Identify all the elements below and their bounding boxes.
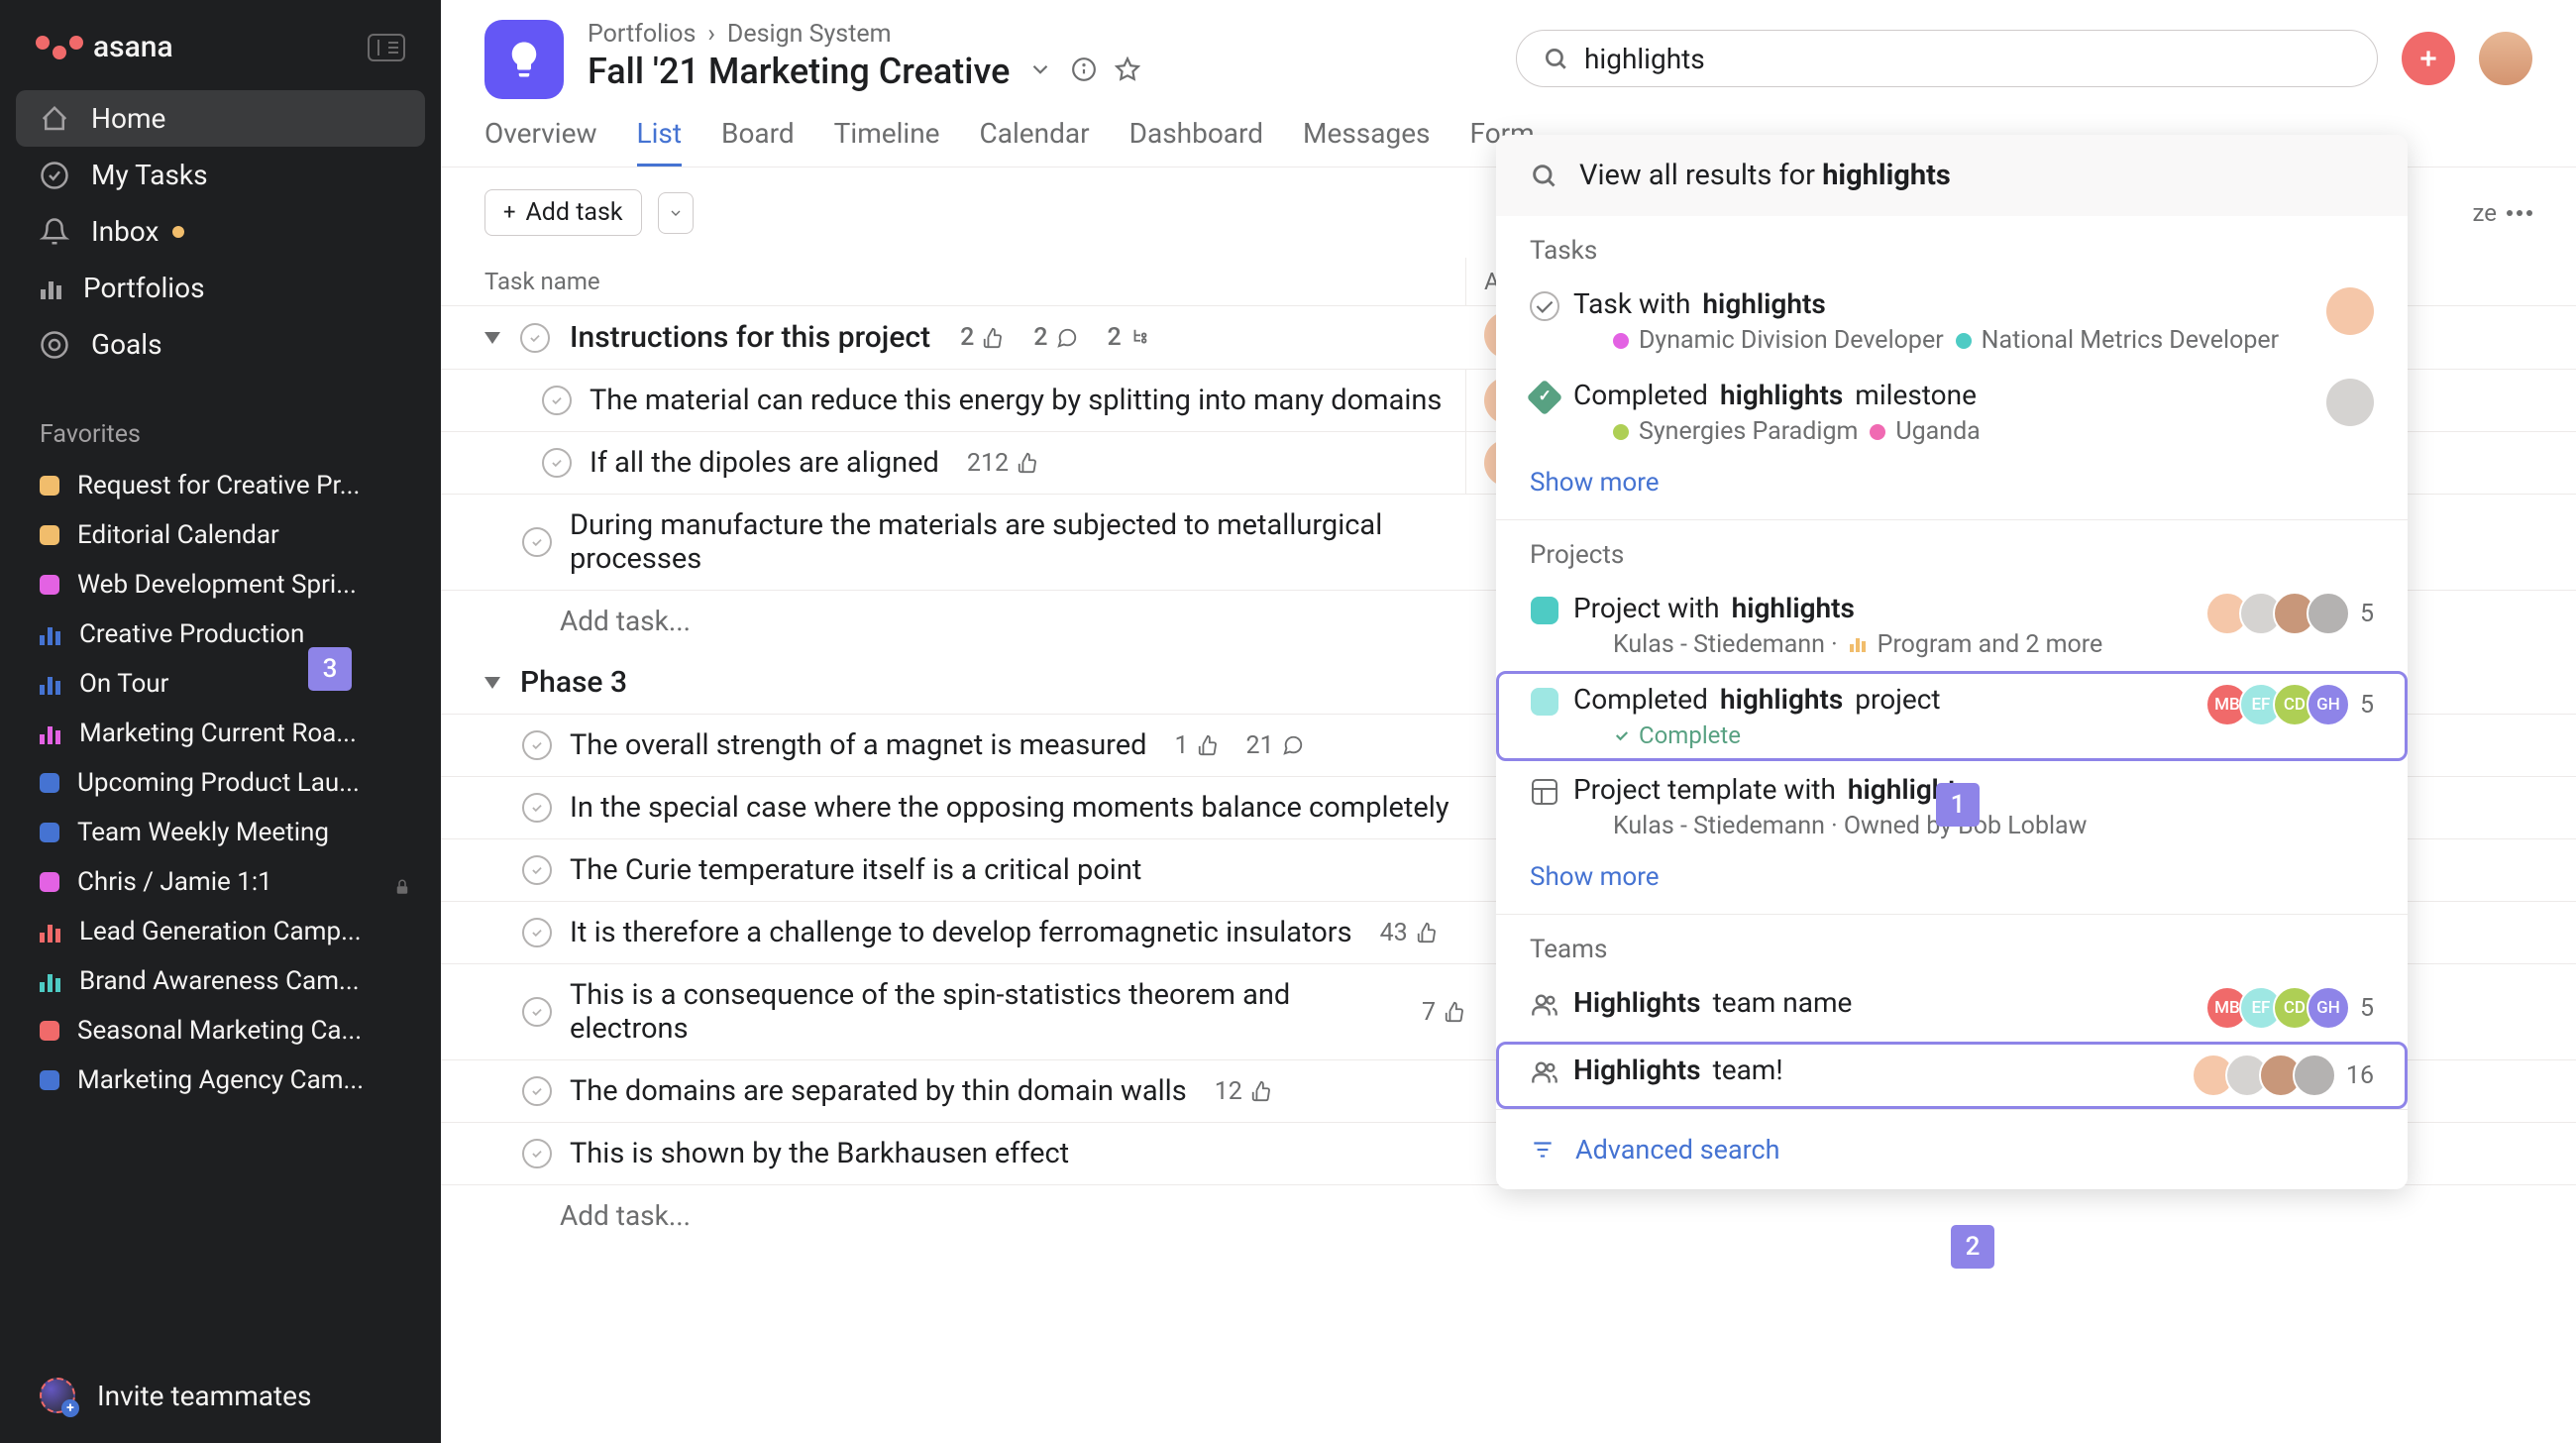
fav-item[interactable]: Chris / Jamie 1:1 [0, 857, 441, 907]
check-circle-icon[interactable] [542, 386, 572, 415]
invite-icon [40, 1378, 75, 1413]
fav-item[interactable]: Marketing Current Roa... [0, 709, 441, 758]
tab-calendar[interactable]: Calendar [980, 117, 1090, 166]
callout-1: 1 [1936, 783, 1980, 827]
customize-label-partial[interactable]: ze [2473, 199, 2497, 227]
tab-dashboard[interactable]: Dashboard [1129, 117, 1263, 166]
favorites-label: Favorites [0, 392, 441, 461]
check-circle-icon[interactable] [522, 1139, 552, 1168]
search-result-project[interactable]: Project with highlightsKulas - Stiedeman… [1496, 580, 2408, 671]
invite-teammates[interactable]: Invite teammates [0, 1348, 441, 1443]
nav-goals[interactable]: Goals [16, 316, 425, 373]
app-name: asana [93, 30, 173, 64]
template-icon [1532, 779, 1557, 805]
tab-timeline[interactable]: Timeline [834, 117, 940, 166]
nav-inbox[interactable]: Inbox [16, 203, 425, 260]
check-circle-icon[interactable] [522, 997, 552, 1027]
check-circle-icon[interactable] [522, 855, 552, 885]
dd-tasks-label: Tasks [1496, 216, 2408, 276]
tab-overview[interactable]: Overview [484, 117, 597, 166]
sidebar-toggle-icon[interactable] [368, 34, 405, 61]
fav-item[interactable]: Editorial Calendar [0, 510, 441, 560]
search-result-team[interactable]: Highlights team nameMBEFCDGH5 [1496, 974, 2408, 1042]
dd-teams-label: Teams [1496, 915, 2408, 974]
search-result-task[interactable]: Task with highlightsDynamic Division Dev… [1496, 276, 2408, 367]
search-box[interactable] [1516, 30, 2378, 87]
result-avatar [2326, 379, 2374, 426]
fav-item[interactable]: On Tour [0, 659, 441, 709]
tab-list[interactable]: List [637, 117, 683, 166]
milestone-icon [1527, 380, 1563, 416]
check-circle-icon[interactable] [522, 527, 552, 557]
user-avatar[interactable] [2479, 32, 2532, 85]
add-task-inline[interactable]: Add task... [441, 1184, 2576, 1246]
fav-item[interactable]: Web Development Spri... [0, 560, 441, 610]
fav-item[interactable]: Lead Generation Camp... [0, 907, 441, 956]
invite-label: Invite teammates [97, 1380, 311, 1412]
fav-item[interactable]: Team Weekly Meeting [0, 808, 441, 857]
search-dropdown: View all results for highlights Tasks Ta… [1496, 135, 2408, 1189]
more-icon[interactable] [2507, 210, 2532, 216]
caret-icon [484, 332, 500, 344]
search-result-project[interactable]: Completed highlights projectCompleteMBEF… [1496, 671, 2408, 761]
people-icon [1530, 1057, 1559, 1087]
view-all-results[interactable]: View all results for highlights [1496, 135, 2408, 216]
check-circle-icon[interactable] [522, 730, 552, 760]
show-more-projects[interactable]: Show more [1496, 852, 2408, 914]
main-content: Portfolios› Design System Fall '21 Marke… [441, 0, 2576, 1443]
lock-icon [393, 873, 411, 891]
result-avatar [2326, 287, 2374, 335]
sidebar: asana HomeMy TasksInboxPortfoliosGoals F… [0, 0, 441, 1443]
breadcrumb: Portfolios› Design System [588, 20, 1492, 49]
people-icon [1530, 990, 1559, 1020]
col-task-name: Task name [484, 258, 1465, 305]
callout-2: 2 [1951, 1225, 1994, 1269]
check-circle-icon [1530, 291, 1559, 321]
project-icon[interactable] [484, 20, 564, 99]
notification-dot [172, 226, 184, 238]
quick-add-button[interactable] [2402, 32, 2455, 85]
fav-item[interactable]: Request for Creative Pr... [0, 461, 441, 510]
fav-item[interactable]: Seasonal Marketing Ca... [0, 1006, 441, 1055]
fav-item[interactable]: Brand Awareness Cam... [0, 956, 441, 1006]
nav-home[interactable]: Home [16, 90, 425, 147]
search-result-team[interactable]: Highlights team!16 [1496, 1042, 2408, 1109]
fav-item[interactable]: Creative Production [0, 610, 441, 659]
check-circle-icon[interactable] [522, 1076, 552, 1106]
add-task-dropdown[interactable] [658, 192, 694, 234]
fav-item[interactable]: Upcoming Product Lau... [0, 758, 441, 808]
chevron-down-icon[interactable] [1027, 56, 1053, 86]
caret-icon [484, 677, 500, 689]
asana-logo-icon [36, 36, 83, 59]
tab-board[interactable]: Board [721, 117, 795, 166]
breadcrumb-portfolios[interactable]: Portfolios [588, 20, 696, 49]
advanced-search[interactable]: Advanced search [1496, 1109, 2408, 1189]
show-more-tasks[interactable]: Show more [1496, 458, 2408, 519]
check-circle-icon [520, 323, 550, 353]
dd-projects-label: Projects [1496, 520, 2408, 580]
search-input[interactable] [1584, 43, 2351, 75]
breadcrumb-design-system[interactable]: Design System [727, 20, 892, 49]
project-color-icon [1531, 688, 1558, 716]
callout-3: 3 [308, 647, 352, 691]
check-circle-icon[interactable] [542, 448, 572, 478]
nav-my-tasks[interactable]: My Tasks [16, 147, 425, 203]
check-circle-icon[interactable] [522, 918, 552, 947]
tab-messages[interactable]: Messages [1303, 117, 1430, 166]
page-title: Fall '21 Marketing Creative [588, 51, 1010, 92]
add-task-button[interactable]: +Add task [484, 189, 642, 236]
fav-item[interactable]: Marketing Agency Cam... [0, 1055, 441, 1105]
nav-portfolios[interactable]: Portfolios [16, 260, 425, 316]
logo[interactable]: asana [36, 30, 173, 64]
search-result-task[interactable]: Completed highlights milestoneSynergies … [1496, 367, 2408, 458]
project-color-icon [1531, 597, 1558, 624]
check-circle-icon[interactable] [522, 793, 552, 823]
search-icon [1543, 46, 1568, 71]
star-icon[interactable] [1115, 56, 1140, 86]
info-icon[interactable] [1071, 56, 1097, 86]
